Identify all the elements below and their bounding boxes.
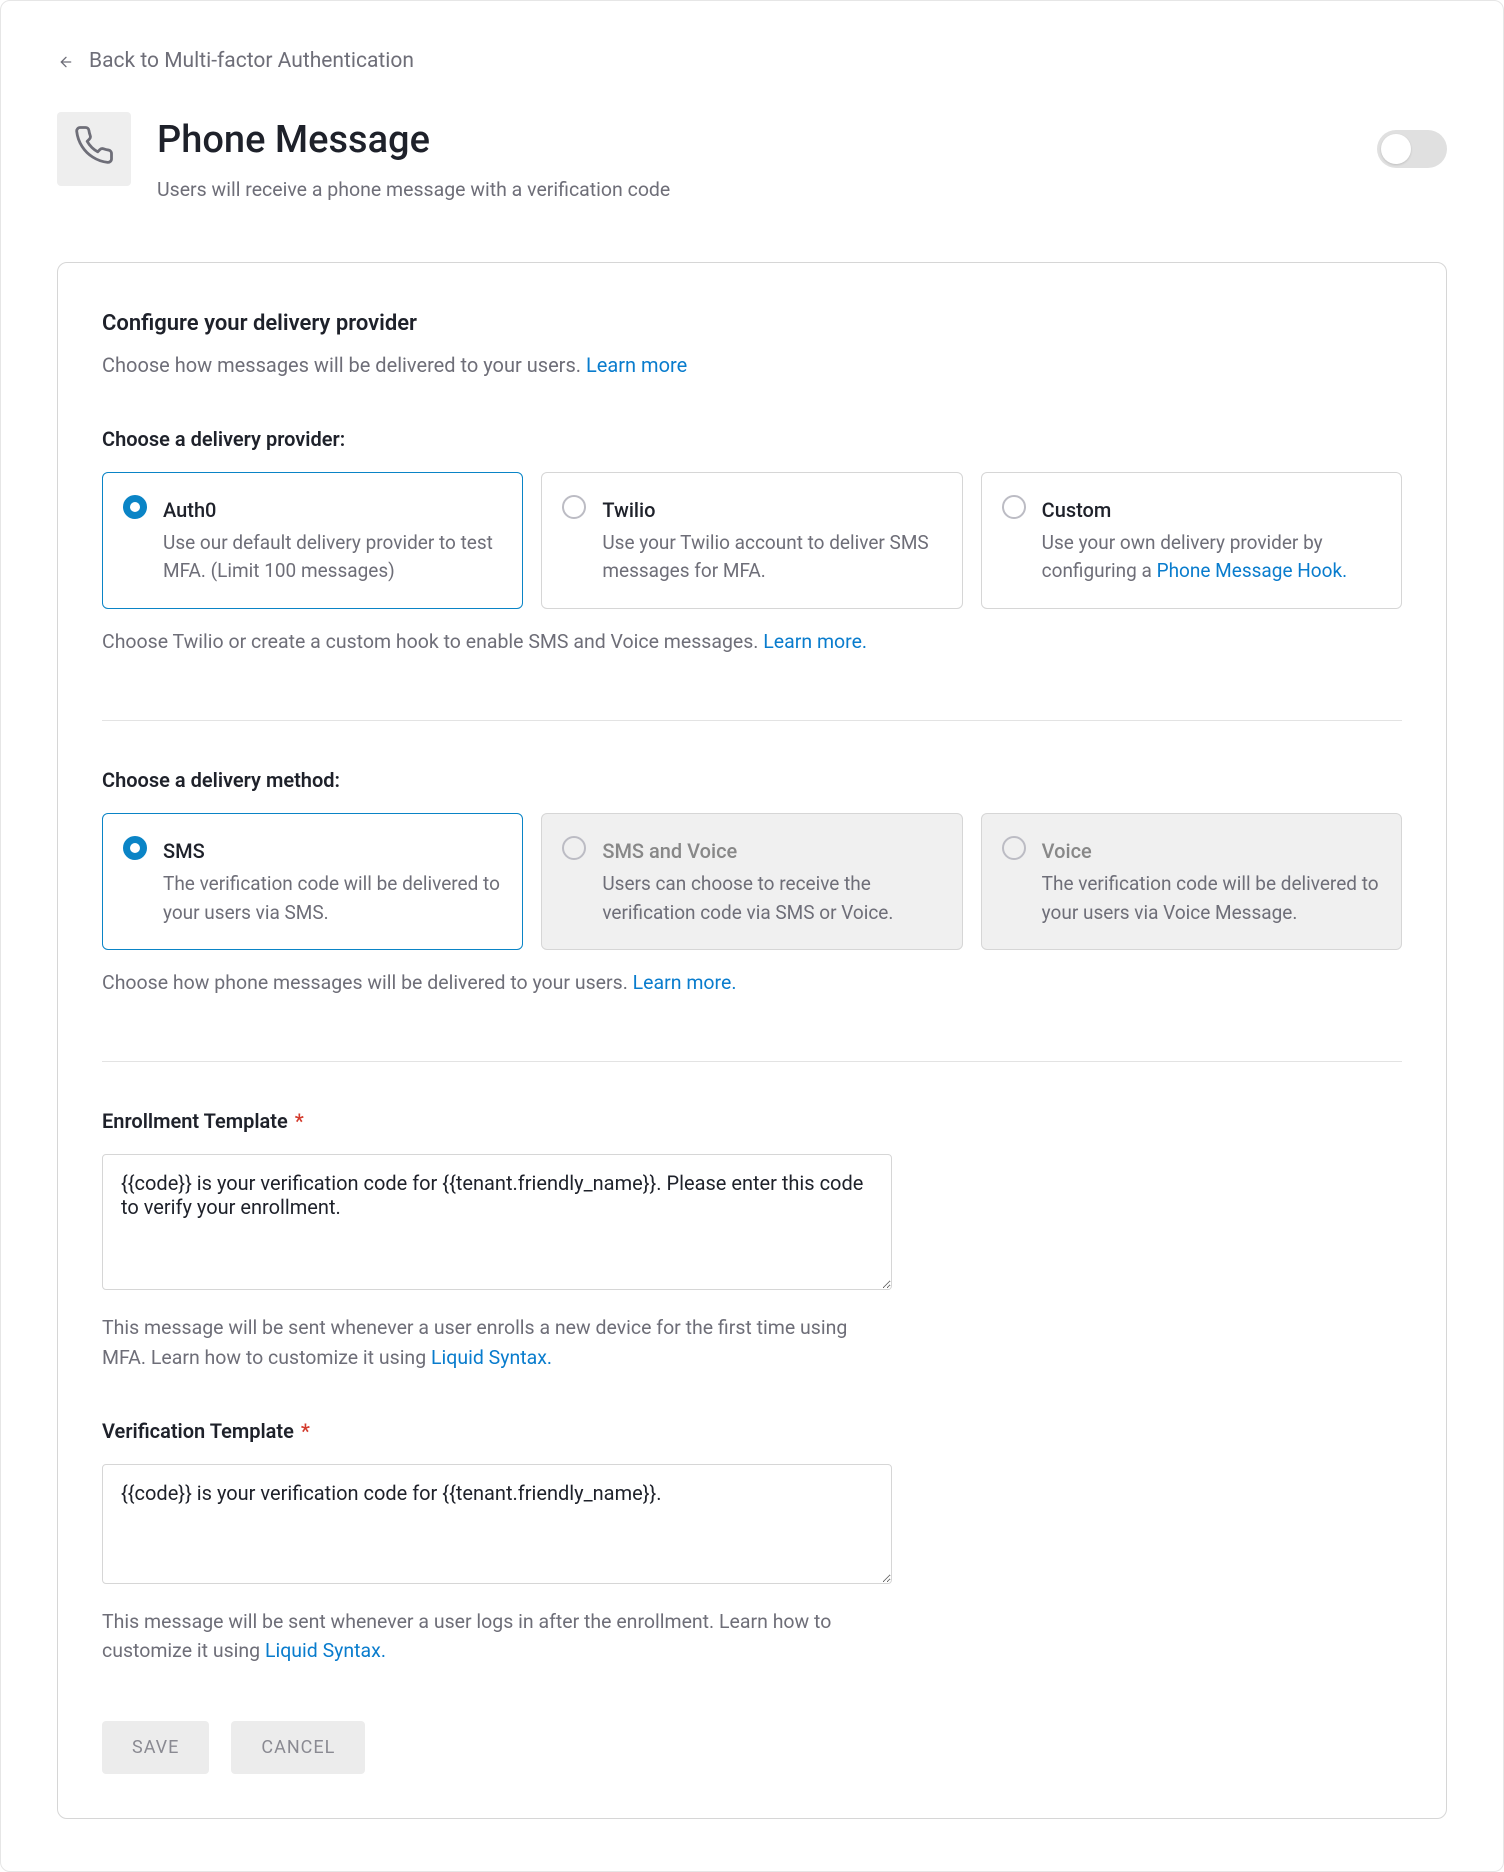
option-title: Voice	[1042, 836, 1381, 866]
provider-option-twilio[interactable]: Twilio Use your Twilio account to delive…	[541, 472, 962, 609]
divider	[102, 720, 1402, 721]
option-title: Auth0	[163, 495, 502, 525]
back-link[interactable]: Back to Multi-factor Authentication	[57, 46, 414, 78]
method-hint-text: Choose how phone messages will be delive…	[102, 971, 633, 994]
provider-label: Choose a delivery provider:	[102, 424, 1402, 454]
enrollment-template-label: Enrollment Template *	[102, 1106, 892, 1136]
arrow-left-icon	[57, 53, 75, 71]
method-option-sms[interactable]: SMS The verification code will be delive…	[102, 813, 523, 950]
phone-message-hook-link[interactable]: Phone Message Hook.	[1157, 559, 1348, 582]
radio-icon	[123, 836, 147, 860]
method-option-sms-voice: SMS and Voice Users can choose to receiv…	[541, 813, 962, 950]
provider-option-auth0[interactable]: Auth0 Use our default delivery provider …	[102, 472, 523, 609]
method-hint: Choose how phone messages will be delive…	[102, 968, 1402, 997]
method-label: Choose a delivery method:	[102, 765, 1402, 795]
section-subtitle: Choose how messages will be delivered to…	[102, 350, 1402, 380]
enable-toggle[interactable]	[1377, 130, 1447, 168]
verification-template-help: This message will be sent whenever a use…	[102, 1607, 892, 1666]
section-title: Configure your delivery provider	[102, 307, 1402, 340]
provider-hint-link[interactable]: Learn more.	[763, 630, 867, 653]
back-link-label: Back to Multi-factor Authentication	[89, 46, 414, 78]
enrollment-template-help: This message will be sent whenever a use…	[102, 1313, 892, 1372]
toggle-handle	[1381, 134, 1411, 164]
verification-template-label-text: Verification Template	[102, 1419, 294, 1443]
verification-help-text: This message will be sent whenever a use…	[102, 1610, 831, 1662]
save-button[interactable]: SAVE	[102, 1721, 209, 1774]
option-desc: Use our default delivery provider to tes…	[163, 529, 502, 586]
page-icon-box	[57, 112, 131, 186]
verification-template-label: Verification Template *	[102, 1416, 892, 1446]
liquid-syntax-link[interactable]: Liquid Syntax.	[265, 1639, 386, 1662]
option-desc: Use your own delivery provider by config…	[1042, 529, 1381, 586]
radio-icon	[1002, 836, 1026, 860]
provider-hint: Choose Twilio or create a custom hook to…	[102, 627, 1402, 656]
enrollment-template-label-text: Enrollment Template	[102, 1109, 288, 1133]
phone-icon	[73, 124, 115, 173]
option-desc: Use your Twilio account to deliver SMS m…	[602, 529, 941, 586]
config-card: Configure your delivery provider Choose …	[57, 262, 1447, 1820]
page-title: Phone Message	[157, 112, 670, 169]
radio-icon	[562, 495, 586, 519]
verification-template-input[interactable]	[102, 1464, 892, 1584]
option-desc: Users can choose to receive the verifica…	[602, 870, 941, 927]
option-title: SMS	[163, 836, 502, 866]
provider-option-custom[interactable]: Custom Use your own delivery provider by…	[981, 472, 1402, 609]
radio-icon	[123, 495, 147, 519]
radio-icon	[1002, 495, 1026, 519]
required-indicator: *	[290, 1109, 304, 1133]
method-hint-link[interactable]: Learn more.	[633, 971, 737, 994]
cancel-button[interactable]: CANCEL	[231, 1721, 365, 1774]
provider-hint-text: Choose Twilio or create a custom hook to…	[102, 630, 763, 653]
radio-icon	[562, 836, 586, 860]
option-desc: The verification code will be delivered …	[163, 870, 502, 927]
method-option-voice: Voice The verification code will be deli…	[981, 813, 1402, 950]
option-title: SMS and Voice	[602, 836, 941, 866]
option-title: Custom	[1042, 495, 1381, 525]
liquid-syntax-link[interactable]: Liquid Syntax.	[431, 1346, 552, 1369]
enrollment-template-input[interactable]	[102, 1154, 892, 1290]
section-subtitle-text: Choose how messages will be delivered to…	[102, 353, 586, 377]
required-indicator: *	[296, 1419, 310, 1443]
learn-more-link[interactable]: Learn more	[586, 353, 687, 377]
divider	[102, 1061, 1402, 1062]
option-title: Twilio	[602, 495, 941, 525]
page-subtitle: Users will receive a phone message with …	[157, 175, 670, 204]
option-desc: The verification code will be delivered …	[1042, 870, 1381, 927]
